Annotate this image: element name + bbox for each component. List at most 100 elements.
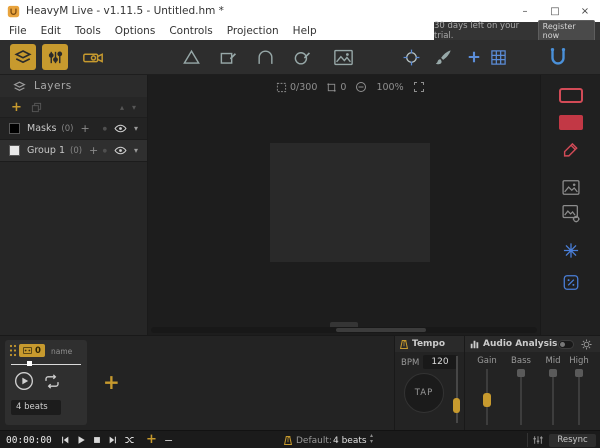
add-surface-button[interactable]: + [89, 144, 98, 157]
window-controls: – □ × [510, 0, 600, 22]
remove-transport-button[interactable]: − [164, 434, 173, 447]
bpm-label: BPM [401, 358, 419, 368]
sequence-playhead-marker[interactable] [27, 361, 32, 366]
toggle-knob [560, 342, 565, 347]
maximize-button[interactable]: □ [540, 0, 570, 22]
close-button[interactable]: × [570, 0, 600, 22]
transport-bar: 00:00:00 + − Default: 4 beats ▴ ▾ Resync [0, 430, 600, 448]
zoom-out-icon[interactable] [355, 81, 367, 93]
calibration-button[interactable] [398, 44, 424, 70]
move-layer-up-button[interactable]: ▴ [120, 103, 124, 112]
effects-sidebar [540, 75, 600, 335]
solo-icon[interactable]: ● [103, 126, 107, 132]
bass-slider-thumb[interactable] [517, 369, 525, 377]
menu-tools[interactable]: Tools [68, 25, 108, 37]
beats-stepper[interactable]: ▴ ▾ [370, 433, 373, 445]
audio-settings-gear-icon[interactable] [581, 339, 592, 350]
stop-button[interactable] [92, 435, 102, 445]
tempo-slider-thumb[interactable] [453, 398, 460, 413]
sequence-card[interactable]: 0 name 4 beats [5, 340, 87, 425]
time-display: 00:00:00 [6, 435, 52, 446]
expand-chevron-icon[interactable]: ▾ [134, 124, 138, 133]
add-group-button[interactable]: + [11, 101, 22, 114]
menu-controls[interactable]: Controls [162, 25, 219, 37]
stepper-down-icon[interactable]: ▾ [370, 439, 373, 445]
mid-slider-track [552, 369, 554, 425]
mixer-view-button[interactable] [42, 44, 68, 70]
tap-tempo-button[interactable]: TAP [404, 373, 444, 413]
menu-file[interactable]: File [2, 25, 34, 37]
add-button[interactable] [461, 44, 487, 70]
heavym-window: HeavyM Live - v1.11.5 - Untitled.hm * – … [0, 0, 600, 448]
border-appearance-button[interactable] [559, 88, 583, 103]
paint-button[interactable] [430, 44, 456, 70]
masks-color-swatch[interactable] [9, 123, 20, 134]
layer-count: (0) [61, 124, 73, 134]
menu-edit[interactable]: Edit [34, 25, 68, 37]
visibility-eye-icon[interactable] [114, 144, 127, 157]
layer-row-group1[interactable]: Group 1 (0) + ● ▾ [0, 140, 147, 162]
layers-panel: Layers + ▴ ▾ Masks (0) + ● ▾ Group 1 (0) [0, 75, 148, 335]
play-button[interactable] [76, 435, 86, 445]
rectangle-tool-button[interactable] [215, 44, 241, 70]
register-now-button[interactable]: Register now [538, 20, 595, 42]
projection-surface[interactable] [270, 143, 430, 262]
effects-button[interactable] [562, 242, 579, 259]
editor-canvas[interactable]: 0/300 0 100% [148, 75, 540, 335]
layers-view-button[interactable] [10, 44, 36, 70]
high-label: High [565, 356, 593, 366]
resync-button[interactable]: Resync [549, 434, 596, 447]
default-beats-dropdown[interactable]: 4 beats [333, 436, 367, 446]
sequence-beats-dropdown[interactable]: 4 beats [11, 400, 61, 415]
drag-handle-icon[interactable] [9, 344, 17, 357]
layer-row-masks[interactable]: Masks (0) + ● ▾ [0, 118, 147, 140]
mid-slider-thumb[interactable] [549, 369, 557, 377]
layers-icon [14, 48, 32, 66]
bottom-panel: 0 name 4 beats + Tempo BPM 120 TAP [0, 335, 600, 430]
horizontal-scrollbar[interactable] [151, 327, 537, 333]
plus-icon [467, 50, 481, 64]
projector-output-button[interactable] [80, 44, 106, 70]
shuffle-button[interactable] [124, 435, 135, 445]
high-slider-thumb[interactable] [575, 369, 583, 377]
fill-appearance-button[interactable] [559, 115, 583, 130]
move-layer-down-button[interactable]: ▾ [132, 103, 136, 112]
circle-tool-button[interactable] [289, 44, 315, 70]
gain-slider-thumb[interactable] [483, 393, 491, 407]
sequence-play-button[interactable] [14, 371, 34, 391]
fit-screen-icon[interactable] [413, 81, 425, 93]
triangle-tool-button[interactable] [178, 44, 204, 70]
percent-box-icon [562, 274, 579, 291]
grid-button[interactable] [485, 44, 511, 70]
skip-end-button[interactable] [108, 435, 118, 445]
media-settings-button[interactable] [561, 204, 580, 223]
media-library-button[interactable] [561, 179, 580, 196]
audio-toggle[interactable] [558, 340, 574, 349]
sequence-name-field[interactable]: name [51, 347, 72, 356]
menu-help[interactable]: Help [286, 25, 324, 37]
visibility-eye-icon[interactable] [114, 122, 127, 135]
add-mask-button[interactable]: + [80, 122, 89, 135]
bpm-value-field[interactable]: 120 [423, 355, 457, 369]
canvas-status-bar: 0/300 0 100% [276, 81, 425, 93]
menu-options[interactable]: Options [108, 25, 163, 37]
expand-chevron-icon[interactable]: ▾ [134, 146, 138, 155]
solo-icon[interactable]: ● [103, 148, 107, 154]
add-transport-button[interactable]: + [146, 432, 157, 447]
modulation-button[interactable] [562, 274, 579, 291]
duplicate-icon[interactable] [31, 102, 42, 113]
minimize-button[interactable]: – [510, 0, 540, 22]
media-tool-button[interactable] [330, 44, 356, 70]
cassette-icon [23, 347, 32, 354]
heavym-logo-button[interactable] [545, 44, 571, 70]
add-sequence-button[interactable]: + [103, 370, 120, 394]
menu-projection[interactable]: Projection [220, 25, 286, 37]
loop-button[interactable] [44, 374, 60, 389]
draw-effects-button[interactable] [562, 141, 579, 158]
sliders-icon[interactable] [533, 435, 543, 445]
group1-color-swatch[interactable] [9, 145, 20, 156]
metronome-icon [400, 339, 408, 350]
scrollbar-thumb[interactable] [336, 328, 426, 332]
arch-tool-button[interactable] [252, 44, 278, 70]
skip-start-button[interactable] [60, 435, 70, 445]
